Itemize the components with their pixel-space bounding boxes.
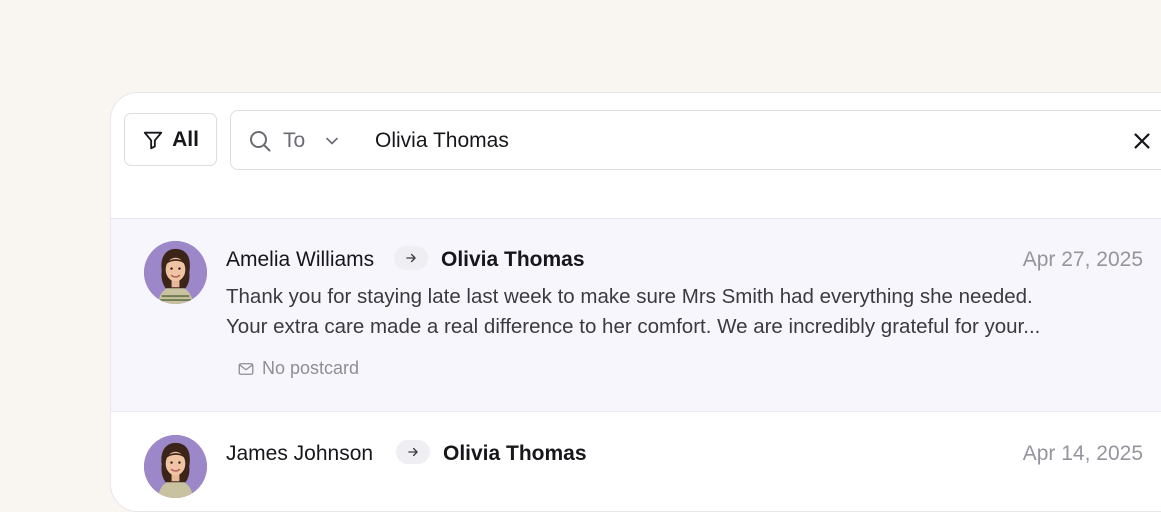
message-recipient: Olivia Thomas [441, 248, 585, 271]
message-preview-line: Thank you for staying late last week to … [226, 285, 1033, 308]
toolbar: All To Olivia Thomas [111, 93, 1161, 219]
search-scope-select[interactable]: To [283, 125, 342, 157]
filter-label: All [172, 127, 199, 151]
search-value[interactable]: Olivia Thomas [375, 127, 509, 155]
arrow-right-icon [408, 447, 418, 457]
mail-icon [238, 362, 254, 375]
messages-panel: All To Olivia Thomas Amelia Williams Oli… [110, 92, 1161, 512]
message-date: Apr 14, 2025 [1022, 442, 1143, 465]
avatar [144, 241, 207, 304]
close-icon[interactable] [1131, 130, 1153, 152]
direction-chip [396, 440, 430, 464]
search-scope-label: To [283, 129, 306, 152]
direction-chip [394, 246, 428, 270]
postcard-status-label: No postcard [262, 358, 360, 378]
message-date: Apr 27, 2025 [1022, 248, 1143, 271]
postcard-status: No postcard [237, 358, 359, 379]
avatar [144, 435, 207, 498]
avatar-image [144, 241, 207, 304]
arrow-right-icon [406, 253, 416, 263]
message-preview: Thank you for staying late last week to … [226, 282, 1146, 342]
message-recipient: Olivia Thomas [443, 442, 587, 465]
message-preview-line: Your extra care made a real difference t… [226, 315, 1041, 338]
chevron-down-icon [326, 137, 339, 145]
filter-button[interactable]: All [124, 113, 217, 166]
avatar-image [144, 435, 207, 498]
message-row[interactable]: James Johnson Olivia Thomas Apr 14, 2025 [111, 413, 1161, 511]
filter-icon [143, 131, 163, 149]
search-icon [250, 131, 271, 152]
search-input[interactable]: To Olivia Thomas [230, 110, 1161, 170]
message-sender: Amelia Williams [226, 248, 375, 271]
message-sender: James Johnson [226, 442, 374, 465]
message-row[interactable]: Amelia Williams Olivia Thomas Apr 27, 20… [111, 219, 1161, 412]
